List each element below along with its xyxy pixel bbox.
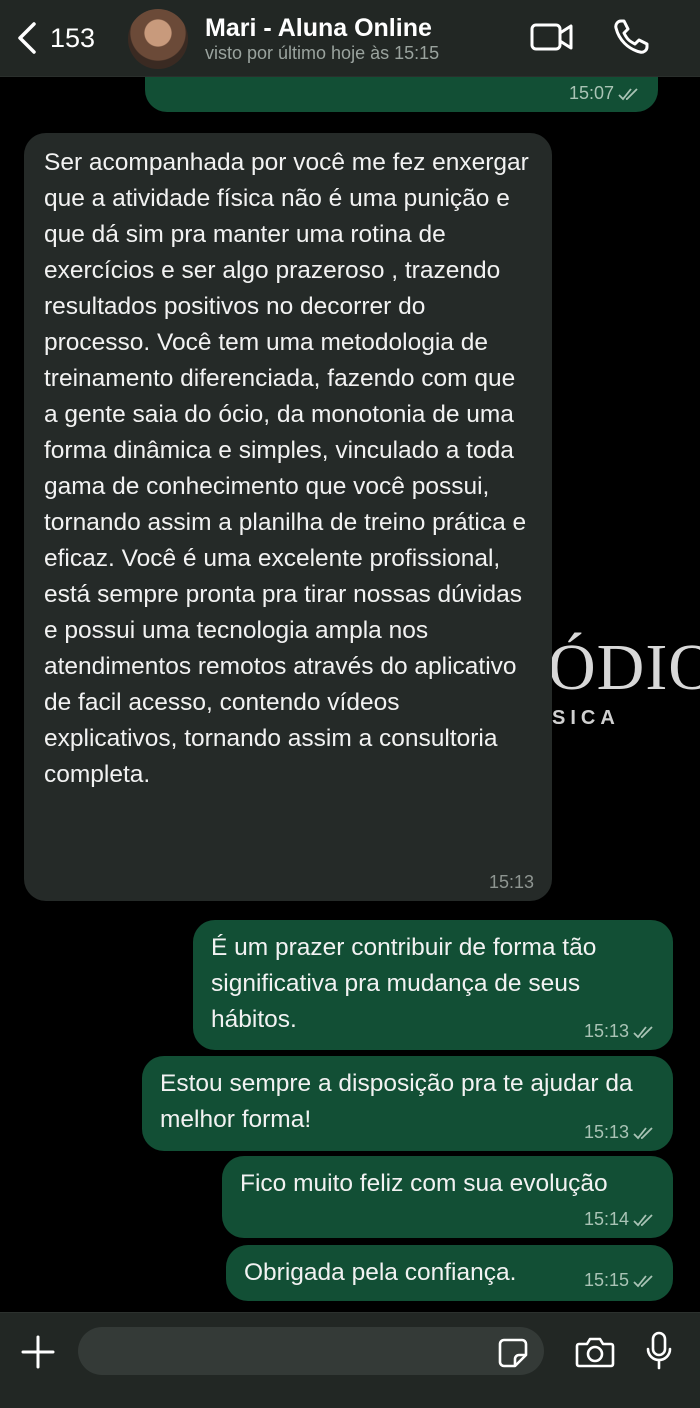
message-bubble-incoming[interactable]: Ser acompanhada por você me fez enxergar…: [24, 133, 552, 901]
camera-icon[interactable]: [575, 1335, 615, 1374]
read-receipt-icon: [618, 87, 638, 100]
read-receipt-icon: [633, 1274, 653, 1287]
contact-name[interactable]: Mari - Aluna Online: [205, 14, 432, 43]
microphone-icon[interactable]: [646, 1331, 672, 1376]
chat-header: 153 Mari - Aluna Online visto por último…: [0, 0, 700, 77]
message-input[interactable]: [78, 1327, 544, 1375]
message-time: 15:14: [583, 1209, 629, 1229]
read-receipt-icon: [633, 1213, 653, 1226]
message-composer: [0, 1312, 700, 1408]
message-bubble-outgoing[interactable]: Obrigada pela confiança. 15:15: [226, 1245, 673, 1301]
video-call-icon[interactable]: [530, 20, 574, 59]
chevron-left-icon: [18, 22, 36, 54]
message-time: 15:07: [568, 83, 614, 103]
last-seen-status: visto por último hoje às 15:15: [205, 43, 440, 63]
message-meta: 15:07: [569, 83, 640, 104]
message-bubble-outgoing[interactable]: Estou sempre a disposição pra te ajudar …: [142, 1056, 673, 1151]
back-button[interactable]: 153: [16, 18, 95, 58]
phone-icon[interactable]: [612, 18, 650, 61]
message-text: Estou sempre a disposição pra te ajudar …: [160, 1070, 633, 1133]
message-meta: 15:13: [584, 1021, 655, 1042]
message-meta: 15:13: [584, 1122, 655, 1143]
avatar[interactable]: [128, 9, 188, 69]
message-meta: 15:13: [489, 872, 534, 893]
message-text: Ser acompanhada por você me fez enxergar…: [44, 149, 529, 788]
message-meta: 15:15: [584, 1270, 655, 1291]
message-time: 15:13: [583, 1021, 629, 1041]
read-receipt-icon: [633, 1025, 653, 1038]
sticker-icon[interactable]: [498, 1338, 528, 1373]
plus-icon[interactable]: [20, 1334, 56, 1375]
read-receipt-icon: [633, 1126, 653, 1139]
message-bubble-outgoing[interactable]: 15:07: [145, 76, 658, 112]
message-time: 15:13: [583, 1122, 629, 1142]
message-meta: 15:14: [584, 1209, 655, 1230]
message-bubble-outgoing[interactable]: É um prazer contribuir de forma tão sign…: [193, 920, 673, 1050]
message-time: 15:15: [583, 1270, 629, 1290]
message-bubble-outgoing[interactable]: Fico muito feliz com sua evolução 15:14: [222, 1156, 673, 1238]
chat-area[interactable]: A ÓDIO SICA 15:07 Ser acompanhada por vo…: [0, 76, 700, 1312]
message-time: 15:13: [488, 872, 534, 892]
wallpaper-brand: ÓDIO: [548, 631, 700, 704]
wallpaper-brand-sub: SICA: [552, 707, 620, 729]
unread-count: 153: [50, 22, 96, 53]
message-text: Fico muito feliz com sua evolução: [240, 1170, 608, 1197]
